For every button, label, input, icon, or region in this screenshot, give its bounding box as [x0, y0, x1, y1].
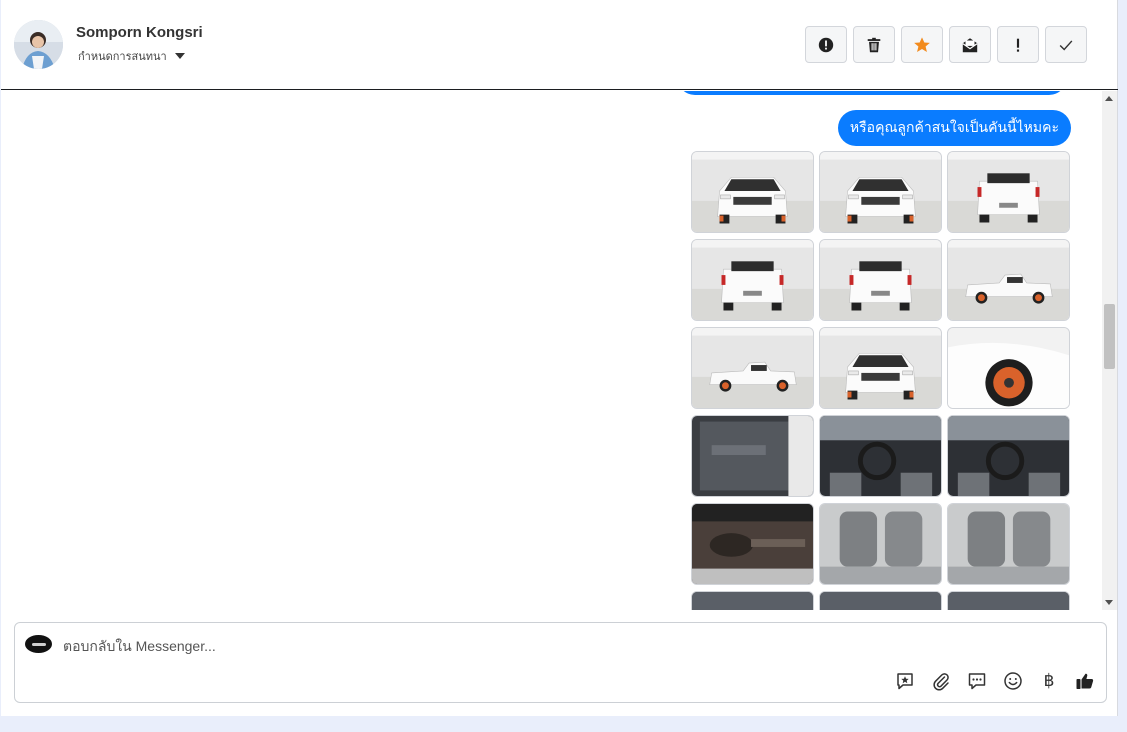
alert-circle-icon	[818, 37, 834, 52]
previous-message-bubble	[677, 91, 1067, 95]
envelope-icon	[962, 37, 978, 52]
page-avatar	[25, 635, 52, 653]
conversation-panel: Somporn Kongsri กำหนดการสนทนา หรือคุณลูก…	[1, 0, 1118, 716]
photo-thumbnail[interactable]	[947, 591, 1070, 610]
message-thread[interactable]: หรือคุณลูกค้าสนใจเป็นคันนี้ไหมคะ	[1, 91, 1118, 610]
thumbs-up-icon	[1076, 673, 1094, 689]
baht-icon: ฿	[1043, 671, 1055, 691]
photo-thumbnail[interactable]	[819, 327, 942, 409]
photo-thumbnail[interactable]	[947, 503, 1070, 585]
thread-scrollbar[interactable]	[1102, 91, 1117, 610]
photo-thumbnail[interactable]	[691, 415, 814, 497]
photo-thumbnail[interactable]	[691, 239, 814, 321]
composer-tools: ฿	[894, 670, 1096, 692]
photo-thumbnail[interactable]	[819, 415, 942, 497]
contact-avatar[interactable]	[14, 20, 63, 69]
exclamation-icon	[1016, 38, 1020, 52]
header-actions	[805, 26, 1087, 63]
star-button[interactable]	[901, 26, 943, 63]
message-bubble[interactable]: หรือคุณลูกค้าสนใจเป็นคันนี้ไหมคะ	[837, 110, 1071, 146]
scroll-down-arrow-icon[interactable]	[1105, 600, 1113, 605]
check-icon	[1059, 39, 1073, 51]
photo-thumbnail[interactable]	[691, 151, 814, 233]
done-button[interactable]	[1045, 26, 1087, 63]
photo-thumbnail[interactable]	[947, 415, 1070, 497]
photo-thumbnail[interactable]	[947, 327, 1070, 409]
saved-reply-button[interactable]	[894, 670, 916, 692]
photo-thumbnail[interactable]	[819, 591, 942, 610]
photo-thumbnail[interactable]	[819, 503, 942, 585]
mark-unread-button[interactable]	[949, 26, 991, 63]
paperclip-icon	[933, 673, 949, 691]
payment-button[interactable]: ฿	[1038, 670, 1060, 692]
scroll-up-arrow-icon[interactable]	[1105, 96, 1113, 101]
star-bubble-icon	[897, 673, 913, 690]
photo-thumbnail[interactable]	[947, 151, 1070, 233]
like-button[interactable]	[1074, 670, 1096, 692]
photo-thumbnail[interactable]	[947, 239, 1070, 321]
photo-thumbnail[interactable]	[819, 151, 942, 233]
caret-down-icon	[174, 53, 185, 59]
trash-icon	[867, 37, 881, 52]
conversation-schedule-label: กำหนดการสนทนา	[78, 51, 167, 63]
photo-thumbnail[interactable]	[691, 327, 814, 409]
report-button[interactable]	[805, 26, 847, 63]
smiley-icon	[1004, 672, 1022, 690]
chat-bubble-icon	[968, 673, 986, 690]
photo-thumbnail[interactable]	[819, 239, 942, 321]
photo-thumbnail[interactable]	[691, 503, 814, 585]
star-icon	[914, 36, 930, 52]
reply-composer: ฿	[14, 622, 1107, 703]
emoji-button[interactable]	[1002, 670, 1024, 692]
conversation-schedule-dropdown[interactable]: กำหนดการสนทนา	[78, 47, 185, 65]
attach-button[interactable]	[930, 670, 952, 692]
quick-reply-button[interactable]	[966, 670, 988, 692]
photo-attachment-grid	[691, 151, 1070, 610]
important-button[interactable]	[997, 26, 1039, 63]
reply-input[interactable]	[63, 636, 963, 656]
scrollbar-thumb[interactable]	[1104, 304, 1115, 369]
contact-name[interactable]: Somporn Kongsri	[76, 24, 203, 41]
photo-thumbnail[interactable]	[691, 591, 814, 610]
conversation-header: Somporn Kongsri กำหนดการสนทนา	[1, 0, 1118, 90]
delete-button[interactable]	[853, 26, 895, 63]
